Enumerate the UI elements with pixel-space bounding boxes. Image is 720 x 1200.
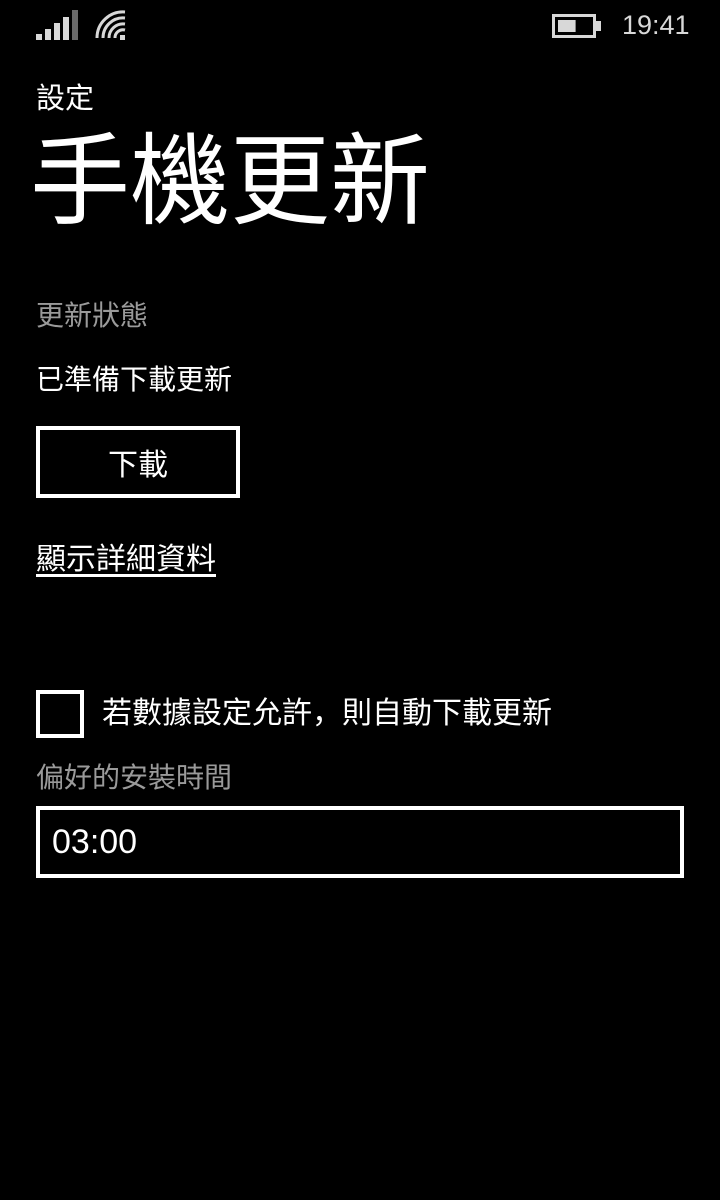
- update-status-value: 已準備下載更新: [36, 363, 233, 396]
- update-status-label: 更新狀態: [36, 299, 149, 332]
- app-title: 設定: [36, 81, 95, 115]
- checkbox-box[interactable]: [36, 690, 84, 738]
- battery-icon: [552, 14, 601, 38]
- wifi-icon: [95, 10, 126, 40]
- install-time-label: 偏好的安裝時間: [36, 761, 233, 794]
- download-button-label: 下載: [108, 448, 168, 483]
- auto-download-label: 若數據設定允許，則自動下載更新: [102, 696, 552, 731]
- auto-download-checkbox[interactable]: 若數據設定允許，則自動下載更新: [36, 688, 552, 740]
- show-details-link[interactable]: 顯示詳細資料: [36, 540, 216, 580]
- status-time: 19:41: [622, 10, 690, 40]
- page-title: 手機更新: [30, 123, 430, 240]
- download-button[interactable]: 下載: [36, 426, 240, 498]
- install-time-picker[interactable]: 03:00: [36, 806, 684, 878]
- signal-strength-icon: [36, 10, 78, 40]
- status-bar: 19:41: [0, 0, 720, 52]
- install-time-value: 03:00: [52, 822, 138, 861]
